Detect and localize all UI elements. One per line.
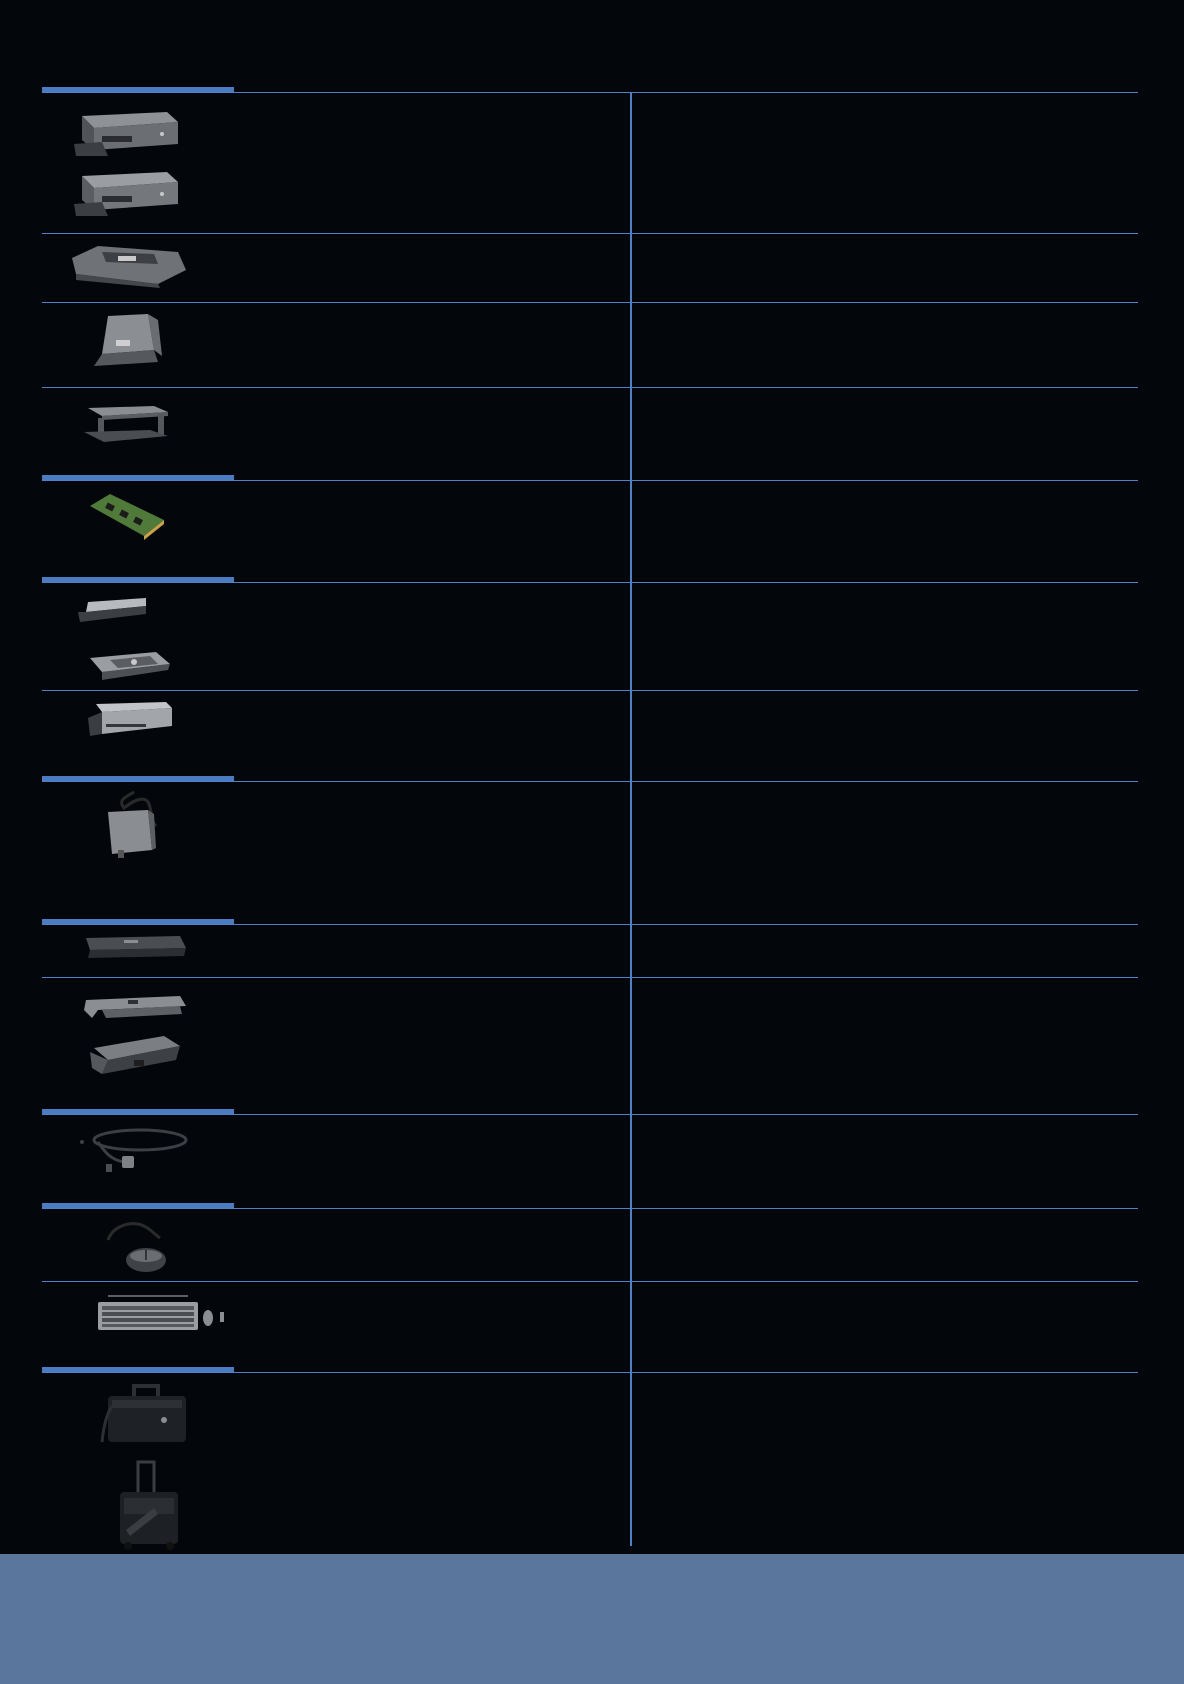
row-divider xyxy=(42,1372,1138,1373)
cable-lock-icon xyxy=(78,1124,190,1176)
row-divider xyxy=(42,690,1138,691)
row-divider xyxy=(42,1114,1138,1115)
footer-band xyxy=(0,1554,1184,1684)
carrying-case-icon xyxy=(100,1382,192,1448)
keyboard-mouse-icon xyxy=(96,1292,228,1336)
row-divider xyxy=(42,1281,1138,1282)
battery-slice-icon xyxy=(88,1030,184,1078)
optical-drive-icon xyxy=(76,596,148,628)
notebook-dock-icon xyxy=(68,240,188,290)
ac-adapter-icon xyxy=(104,790,168,862)
docking-station-icon xyxy=(72,108,182,158)
row-divider xyxy=(42,582,1138,583)
monitor-stand-icon xyxy=(84,402,170,444)
docking-station-icon xyxy=(72,168,182,218)
row-divider xyxy=(42,781,1138,782)
row-divider xyxy=(42,233,1138,234)
battery-bar-icon xyxy=(82,990,188,1026)
row-divider xyxy=(42,480,1138,481)
column-divider xyxy=(630,92,632,1546)
row-divider xyxy=(42,1208,1138,1209)
hard-drive-caddy-icon xyxy=(80,648,172,684)
accessories-page xyxy=(0,0,1184,1684)
battery-icon xyxy=(84,930,188,962)
row-divider xyxy=(42,977,1138,978)
external-drive-icon xyxy=(86,700,174,740)
row-divider xyxy=(42,92,1138,93)
notebook-stand-icon xyxy=(88,310,168,370)
row-divider xyxy=(42,924,1138,925)
row-divider xyxy=(42,302,1138,303)
row-divider xyxy=(42,387,1138,388)
memory-module-icon xyxy=(86,492,166,542)
mouse-icon xyxy=(102,1216,174,1276)
rolling-case-icon xyxy=(114,1460,184,1550)
